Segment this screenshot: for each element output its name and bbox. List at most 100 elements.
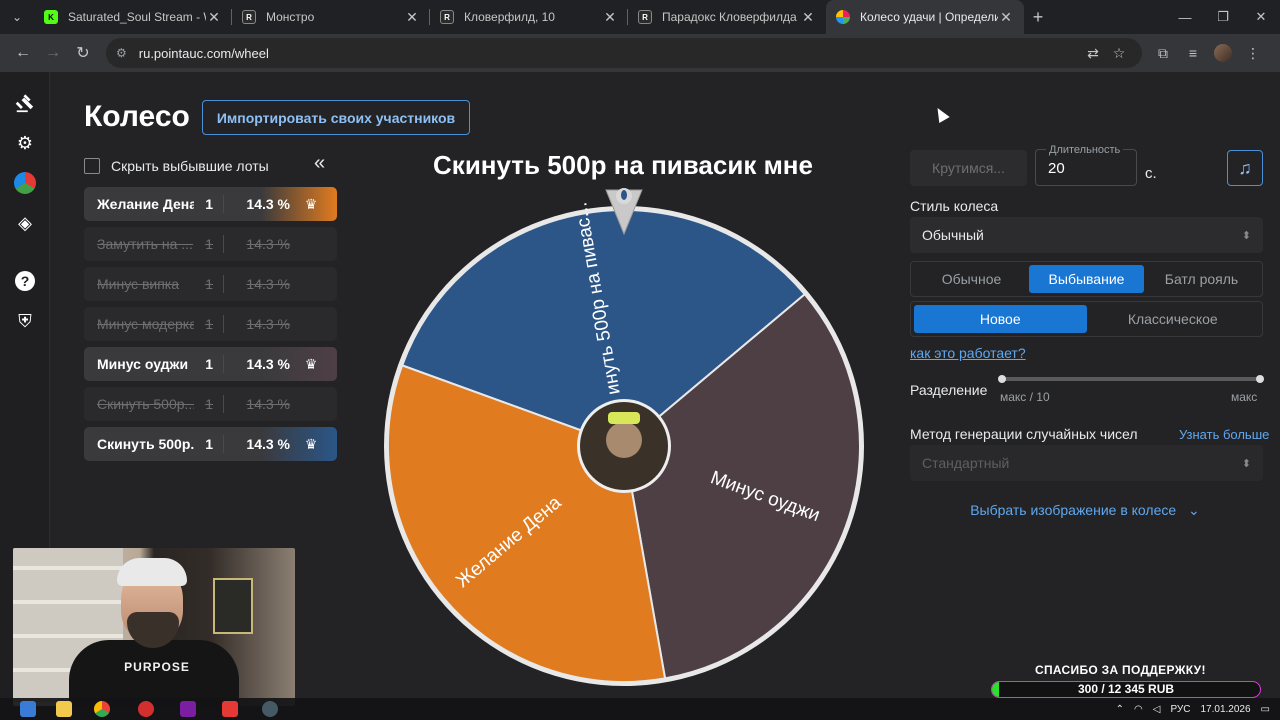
close-icon[interactable]: ✕ bbox=[800, 9, 816, 26]
taskbar-app-icon[interactable] bbox=[138, 701, 154, 717]
close-icon[interactable]: ✕ bbox=[602, 9, 618, 26]
wheel-style-value: Обычный bbox=[922, 227, 984, 243]
taskbar-app-icon[interactable] bbox=[56, 701, 72, 717]
translate-icon[interactable]: ⇄ bbox=[1080, 45, 1106, 62]
learn-more-link[interactable]: Узнать больше bbox=[1179, 427, 1269, 442]
taskbar-app-icon[interactable] bbox=[222, 701, 238, 717]
checkbox[interactable] bbox=[84, 158, 100, 174]
mode-option-normal[interactable]: Обычное bbox=[914, 265, 1029, 293]
minimize-icon[interactable]: — bbox=[1166, 0, 1204, 34]
close-window-icon[interactable]: ✕ bbox=[1242, 0, 1280, 34]
pick-image-label: Выбрать изображение в колесе bbox=[970, 502, 1177, 518]
wheel-icon[interactable] bbox=[10, 168, 40, 198]
split-label: Разделение bbox=[910, 382, 988, 398]
lot-name: Минус випка bbox=[97, 276, 180, 292]
back-icon[interactable]: ← bbox=[8, 38, 38, 68]
close-icon[interactable]: ✕ bbox=[998, 9, 1014, 26]
select-chevron-icon: ⬍ bbox=[1241, 457, 1251, 470]
shield-icon[interactable]: ⛨ bbox=[10, 306, 40, 336]
lot-row[interactable]: Минус оуджи 1 14.3 % ♛ bbox=[84, 347, 337, 381]
lot-row[interactable]: Минус модерка 1 14.3 % bbox=[84, 307, 337, 341]
bookmark-star-icon[interactable]: ☆ bbox=[1106, 45, 1132, 62]
lot-amount: 1 bbox=[194, 235, 224, 253]
lot-amount: 1 bbox=[194, 355, 224, 373]
forward-icon[interactable]: → bbox=[38, 38, 68, 68]
tab-4[interactable]: Колесо удачи | Определите по ✕ bbox=[826, 0, 1024, 34]
lot-row[interactable]: Минус випка 1 14.3 % bbox=[84, 267, 337, 301]
pointauc-icon bbox=[836, 10, 850, 24]
wheel-style-label: Стиль колеса bbox=[910, 198, 999, 214]
duration-input[interactable] bbox=[1048, 160, 1118, 177]
wheel[interactable]: инуть 500р на пивас... Минус оуджи Желание… bbox=[384, 188, 864, 686]
rng-select[interactable]: Стандартный ⬍ bbox=[910, 445, 1263, 481]
collapse-list-icon[interactable]: « bbox=[314, 152, 325, 175]
hide-eliminated-toggle[interactable]: Скрыть выбывшие лоты bbox=[84, 156, 336, 176]
import-participants-button[interactable]: Импортировать своих участников bbox=[202, 100, 470, 135]
lot-row[interactable]: Желание Дена 1 14.3 % ♛ bbox=[84, 187, 337, 221]
language-indicator[interactable]: РУС bbox=[1170, 704, 1190, 715]
lot-row[interactable]: Скинуть 500р... 1 14.3 % bbox=[84, 387, 337, 421]
os-taskbar: ⌃ ◠ ◁ РУС 17.01.2026 ▭ bbox=[0, 698, 1280, 720]
taskbar-app-icon[interactable] bbox=[262, 701, 278, 717]
wheel-svg: инуть 500р на пивас...Минус оуджиЖелание… bbox=[384, 188, 864, 686]
auction-gavel-icon[interactable] bbox=[10, 88, 40, 118]
close-icon[interactable]: ✕ bbox=[404, 9, 420, 26]
webcam-poster bbox=[213, 578, 253, 634]
media-control-icon[interactable]: ≡ bbox=[1178, 38, 1208, 68]
select-chevron-icon: ⬍ bbox=[1241, 229, 1251, 242]
tab-0[interactable]: K Saturated_Soul Stream - Watch ✕ bbox=[34, 0, 232, 34]
tab-1[interactable]: R Монстро ✕ bbox=[232, 0, 430, 34]
lot-amount: 1 bbox=[194, 275, 224, 293]
extensions-icon[interactable]: ⧉ bbox=[1148, 38, 1178, 68]
help-icon[interactable]: ? bbox=[10, 266, 40, 296]
notifications-icon[interactable]: ▭ bbox=[1261, 704, 1270, 715]
reload-icon[interactable]: ↻ bbox=[68, 38, 98, 68]
slider-handle-min[interactable] bbox=[998, 375, 1006, 383]
wheel-pointer-dot bbox=[621, 190, 627, 200]
wheel-style-select[interactable]: Обычный ⬍ bbox=[910, 217, 1263, 253]
tab-2[interactable]: R Кловерфилд, 10 ✕ bbox=[430, 0, 628, 34]
profile-avatar[interactable] bbox=[1214, 44, 1232, 62]
taskbar-app-icon[interactable] bbox=[20, 701, 36, 717]
lot-amount: 1 bbox=[194, 315, 224, 333]
slider-handle-max[interactable] bbox=[1256, 375, 1264, 383]
wheel-title: Скинуть 500р на пивасик мне bbox=[433, 150, 813, 180]
spin-button[interactable]: Крутимся... bbox=[910, 150, 1027, 186]
site-info-icon[interactable]: ⚙ bbox=[116, 46, 127, 60]
volume-icon[interactable]: ◁ bbox=[1153, 704, 1161, 715]
variant-option-classic[interactable]: Классическое bbox=[1087, 305, 1260, 333]
tray-chevron-icon[interactable]: ⌃ bbox=[1116, 704, 1124, 715]
lot-percent: 14.3 % bbox=[246, 436, 290, 452]
layers-icon[interactable]: ◈ bbox=[10, 208, 40, 238]
taskbar-app-icon[interactable] bbox=[180, 701, 196, 717]
browser-menu-icon[interactable]: ⋮ bbox=[1238, 38, 1268, 68]
split-slider[interactable] bbox=[998, 375, 1264, 383]
mode-option-elimination[interactable]: Выбывание bbox=[1029, 265, 1144, 293]
wifi-icon[interactable]: ◠ bbox=[1134, 704, 1143, 715]
lot-row[interactable]: Скинуть 500р... 1 14.3 % ♛ bbox=[84, 427, 337, 461]
variant-segmented-control: Новое Классическое bbox=[910, 301, 1263, 337]
address-bar[interactable]: ⚙ ru.pointauc.com/wheel ⇄ ☆ bbox=[106, 38, 1142, 68]
rezka-icon: R bbox=[638, 10, 652, 24]
chrome-taskbar-icon[interactable] bbox=[94, 701, 110, 717]
how-it-works-link[interactable]: как это работает? bbox=[910, 345, 1026, 361]
mode-segmented-control: Обычное Выбывание Батл рояль bbox=[910, 261, 1263, 297]
settings-gear-icon[interactable]: ⚙ bbox=[10, 128, 40, 158]
maximize-icon[interactable]: ❐ bbox=[1204, 0, 1242, 34]
clock-date[interactable]: 17.01.2026 bbox=[1200, 704, 1250, 715]
lamp-icon[interactable]: ♛ bbox=[296, 436, 326, 453]
close-icon[interactable]: ✕ bbox=[206, 9, 222, 26]
lamp-icon[interactable]: ♛ bbox=[296, 196, 326, 213]
webcam-shirt-print: PURPOSE bbox=[124, 660, 190, 674]
pick-wheel-image-button[interactable]: Выбрать изображение в колесе ⌄ bbox=[940, 502, 1230, 519]
lot-name: Желание Дена bbox=[97, 196, 194, 212]
tab-search-button[interactable]: ⌄ bbox=[0, 0, 34, 34]
variant-option-new[interactable]: Новое bbox=[914, 305, 1087, 333]
music-note-icon[interactable]: ♫ bbox=[1227, 150, 1263, 186]
tab-3[interactable]: R Парадокс Кловерфилда ✕ bbox=[628, 0, 826, 34]
new-tab-button[interactable]: + bbox=[1024, 7, 1052, 28]
lot-amount: 1 bbox=[194, 195, 224, 213]
lamp-icon[interactable]: ♛ bbox=[296, 356, 326, 373]
lot-row[interactable]: Замутить на ... 1 14.3 % bbox=[84, 227, 337, 261]
mode-option-battle-royale[interactable]: Батл рояль bbox=[1144, 265, 1259, 293]
